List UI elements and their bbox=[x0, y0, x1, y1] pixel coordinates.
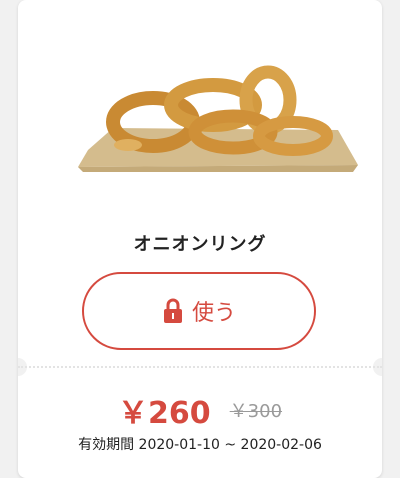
use-coupon-button[interactable]: 使う bbox=[82, 272, 316, 350]
coupon-card: オニオンリング 使う ￥260 ￥300 有効期間 2020-01-10 ~ 2… bbox=[18, 0, 382, 478]
original-price: ￥300 bbox=[229, 401, 283, 422]
validity-period: 有効期間 2020-01-10 ~ 2020-02-06 bbox=[18, 434, 382, 454]
price-row: ￥260 ￥300 bbox=[18, 388, 382, 432]
validity-range: 2020-01-10 ~ 2020-02-06 bbox=[138, 437, 322, 453]
product-title: オニオンリング bbox=[133, 234, 267, 255]
discount-price: ￥260 bbox=[117, 396, 211, 431]
onion-rings-image bbox=[78, 65, 358, 172]
validity-label: 有効期間 bbox=[78, 437, 135, 453]
ticket-divider bbox=[18, 366, 382, 368]
use-button-label: 使う bbox=[191, 301, 236, 326]
lock-icon bbox=[163, 298, 182, 323]
